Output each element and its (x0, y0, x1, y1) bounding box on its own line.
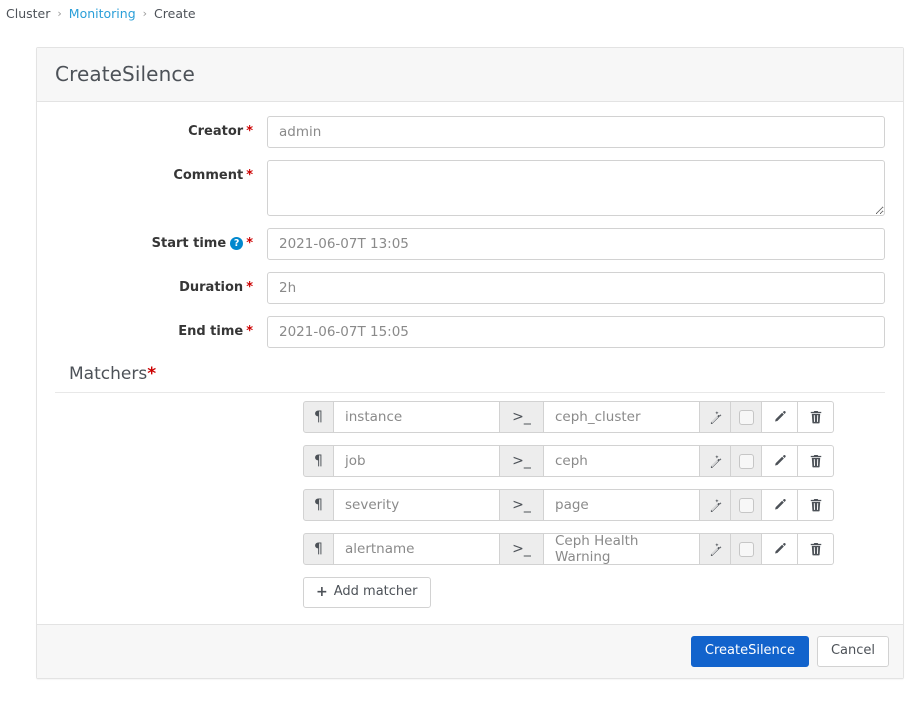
pilcrow-icon: ¶ (303, 445, 334, 477)
comment-label-text: Comment (173, 168, 244, 183)
table-row: ¶ alertname >_ Ceph Health Warning (303, 533, 885, 565)
creator-label: Creator * (55, 116, 267, 139)
breadcrumb-separator-icon: › (57, 7, 62, 20)
matcher-regex-checkbox[interactable] (731, 533, 762, 565)
form-row-start-time: Start time? * (55, 228, 885, 260)
page-title: CreateSilence (55, 62, 195, 86)
magic-wand-icon[interactable] (700, 445, 731, 477)
magic-wand-icon[interactable] (700, 489, 731, 521)
terminal-prompt-icon: >_ (500, 445, 544, 477)
end-time-input[interactable] (267, 316, 885, 348)
create-silence-submit-button[interactable]: CreateSilence (690, 635, 809, 667)
magic-wand-icon[interactable] (700, 533, 731, 565)
edit-matcher-button[interactable] (762, 489, 798, 521)
start-time-label-text: Start time (151, 236, 227, 251)
matchers-list: ¶ instance >_ ceph_cluster ¶ job >_ ceph… (55, 401, 885, 608)
matcher-value-field[interactable]: ceph_cluster (544, 401, 700, 433)
form-row-comment: Comment * (55, 160, 885, 216)
card-body: Creator* Comment* Start time?* (37, 102, 903, 624)
table-row: ¶ severity >_ page (303, 489, 885, 521)
table-row: ¶ instance >_ ceph_cluster (303, 401, 885, 433)
create-silence-card: CreateSilence Creator* Comment* Start ti… (36, 47, 904, 679)
cancel-button[interactable]: Cancel (816, 635, 889, 667)
duration-label-text: Duration (179, 280, 244, 295)
pilcrow-icon: ¶ (303, 401, 334, 433)
required-asterisk: * (246, 280, 253, 295)
duration-input[interactable] (267, 272, 885, 304)
required-asterisk: * (246, 168, 253, 183)
breadcrumb-item-cluster[interactable]: Cluster (6, 6, 50, 21)
matcher-name-field[interactable]: job (334, 445, 500, 477)
card-header: CreateSilence (37, 48, 903, 102)
required-asterisk: * (246, 324, 253, 339)
matcher-value-field[interactable]: page (544, 489, 700, 521)
delete-matcher-button[interactable] (798, 489, 834, 521)
terminal-prompt-icon: >_ (500, 533, 544, 565)
form-row-duration: Duration * (55, 272, 885, 304)
terminal-prompt-icon: >_ (500, 401, 544, 433)
matcher-regex-checkbox[interactable] (731, 489, 762, 521)
breadcrumb-separator-icon: › (142, 7, 148, 20)
matcher-value-field[interactable]: ceph (544, 445, 700, 477)
pilcrow-icon: ¶ (303, 489, 334, 521)
breadcrumb-item-monitoring[interactable]: Monitoring (69, 6, 136, 21)
creator-input[interactable] (267, 116, 885, 148)
end-time-label: End time * (55, 316, 267, 339)
start-time-input[interactable] (267, 228, 885, 260)
required-asterisk: * (246, 124, 253, 139)
matchers-heading: Matchers* (69, 364, 885, 384)
matcher-name-field[interactable]: alertname (334, 533, 500, 565)
pilcrow-icon: ¶ (303, 533, 334, 565)
table-row: ¶ job >_ ceph (303, 445, 885, 477)
matcher-name-field[interactable]: severity (334, 489, 500, 521)
form-row-end-time: End time * (55, 316, 885, 348)
delete-matcher-button[interactable] (798, 533, 834, 565)
breadcrumb-item-create: Create (154, 6, 196, 21)
delete-matcher-button[interactable] (798, 445, 834, 477)
help-circle-icon[interactable]: ? (230, 237, 244, 250)
creator-label-text: Creator (188, 124, 244, 139)
duration-label: Duration * (55, 272, 267, 295)
matcher-regex-checkbox[interactable] (731, 445, 762, 477)
comment-textarea[interactable] (267, 160, 885, 216)
matcher-name-field[interactable]: instance (334, 401, 500, 433)
required-asterisk: * (147, 364, 157, 384)
terminal-prompt-icon: >_ (500, 489, 544, 521)
plus-icon: + (316, 584, 328, 601)
card-footer: CreateSilence Cancel (37, 623, 903, 678)
form-row-creator: Creator * (55, 116, 885, 148)
add-matcher-button[interactable]: + Add matcher (303, 577, 431, 608)
matcher-value-field[interactable]: Ceph Health Warning (544, 533, 700, 565)
magic-wand-icon[interactable] (700, 401, 731, 433)
matcher-regex-checkbox[interactable] (731, 401, 762, 433)
delete-matcher-button[interactable] (798, 401, 834, 433)
matchers-heading-text: Matchers (69, 364, 148, 384)
edit-matcher-button[interactable] (762, 401, 798, 433)
required-asterisk: * (246, 236, 253, 251)
matchers-divider (55, 392, 885, 393)
add-matcher-label: Add matcher (333, 584, 418, 599)
end-time-label-text: End time (178, 324, 244, 339)
start-time-label: Start time? * (55, 228, 267, 251)
comment-label: Comment * (55, 160, 267, 183)
edit-matcher-button[interactable] (762, 445, 798, 477)
edit-matcher-button[interactable] (762, 533, 798, 565)
breadcrumb: Cluster › Monitoring › Create (0, 0, 923, 22)
